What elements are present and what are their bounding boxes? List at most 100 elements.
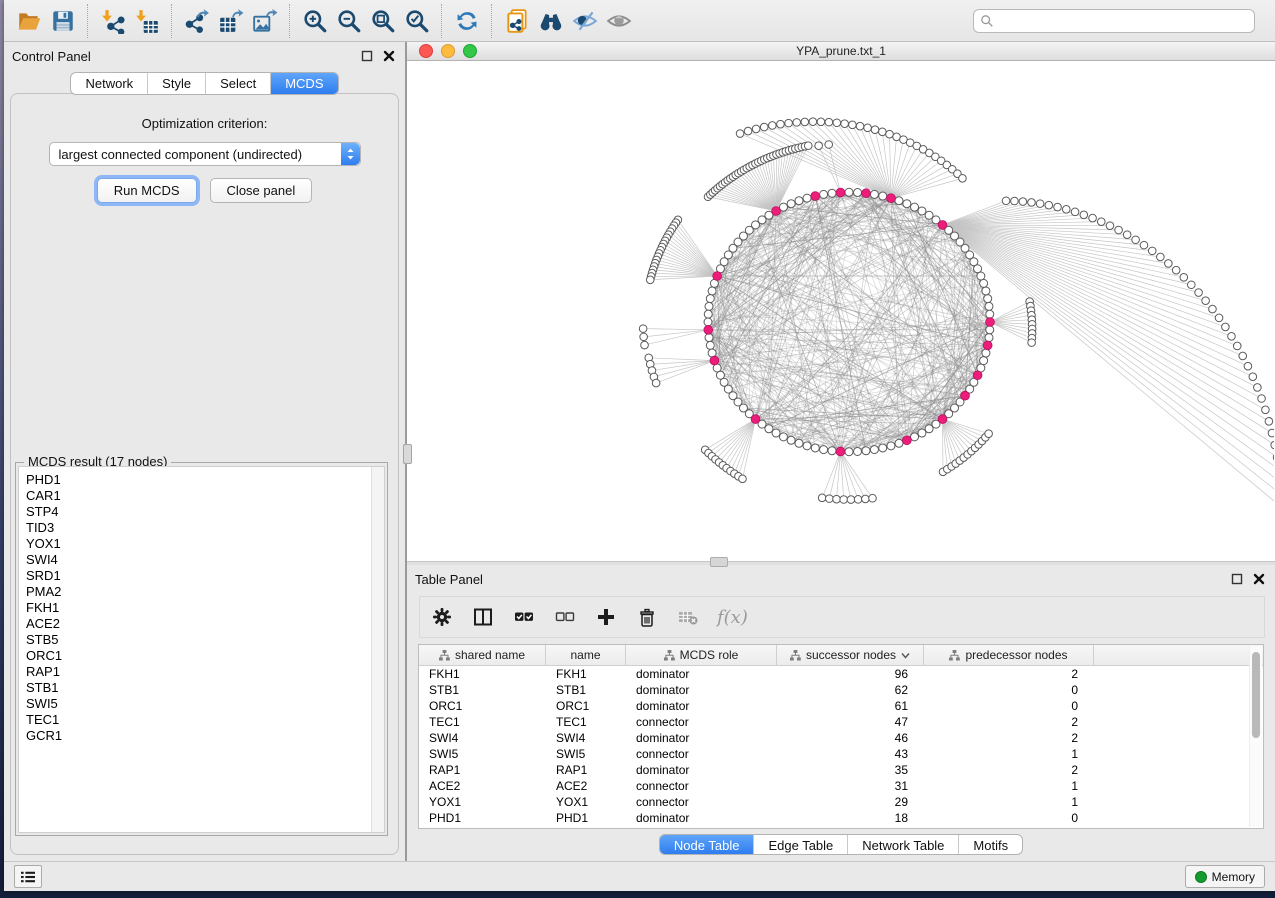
table-row[interactable]: SWI5SWI5connector431 <box>419 746 1263 762</box>
cell-mcds-role: dominator <box>626 683 777 697</box>
import-network-icon <box>100 8 126 34</box>
column-header-successor-nodes[interactable]: successor nodes <box>777 645 924 665</box>
memory-button[interactable]: Memory <box>1185 865 1265 888</box>
right-pane: YPA_prune.txt_1 Table Panel <box>407 42 1275 861</box>
zoom-out-button[interactable] <box>332 5 366 37</box>
cell-mcds-role: connector <box>626 779 777 793</box>
tab-motifs[interactable]: Motifs <box>958 835 1022 854</box>
mcds-result-item[interactable]: SWI5 <box>26 696 371 712</box>
cell-predecessor-nodes: 1 <box>924 747 1094 761</box>
mcds-result-item[interactable]: PHD1 <box>26 472 371 488</box>
mcds-result-item[interactable]: SWI4 <box>26 552 371 568</box>
zoom-selected-button[interactable] <box>400 5 434 37</box>
result-list-scrollbar[interactable] <box>371 467 384 832</box>
cell-successor-nodes: 61 <box>777 699 924 713</box>
cell-name: TEC1 <box>546 715 626 729</box>
new-network-from-selection-button[interactable] <box>500 5 534 37</box>
mcds-result-item[interactable]: PMA2 <box>26 584 371 600</box>
column-header-shared-name[interactable]: shared name <box>419 645 546 665</box>
table-row[interactable]: ORC1ORC1dominator610 <box>419 698 1263 714</box>
tab-edge-table[interactable]: Edge Table <box>753 835 847 854</box>
mcds-result-item[interactable]: RAP1 <box>26 664 371 680</box>
select-all-button[interactable] <box>512 605 536 629</box>
control-panel: Control Panel NetworkStyleSelectMCDS Opt… <box>4 42 407 861</box>
search-input[interactable] <box>998 13 1248 29</box>
show-all-button[interactable] <box>602 5 636 37</box>
table-row[interactable]: TEC1TEC1connector472 <box>419 714 1263 730</box>
import-network-button[interactable] <box>96 5 130 37</box>
mcds-result-item[interactable]: TEC1 <box>26 712 371 728</box>
tab-style[interactable]: Style <box>147 73 205 94</box>
task-history-button[interactable] <box>14 865 42 888</box>
mcds-result-groupbox: MCDS result (17 nodes) PHD1CAR1STP4TID3Y… <box>15 462 388 836</box>
vertical-splitter-grip[interactable] <box>403 444 412 464</box>
mcds-result-item[interactable]: ORC1 <box>26 648 371 664</box>
mcds-result-item[interactable]: GCR1 <box>26 728 371 744</box>
table-scrollbar[interactable] <box>1249 646 1262 827</box>
close-panel-icon[interactable] <box>381 48 397 64</box>
toolbar-separator <box>171 4 173 38</box>
cell-name: PHD1 <box>546 811 626 825</box>
run-mcds-button[interactable]: Run MCDS <box>97 178 197 203</box>
export-table-button[interactable] <box>214 5 248 37</box>
table-row[interactable]: ACE2ACE2connector311 <box>419 778 1263 794</box>
mcds-result-item[interactable]: SRD1 <box>26 568 371 584</box>
mcds-result-item[interactable]: STB5 <box>26 632 371 648</box>
tab-mcds[interactable]: MCDS <box>270 73 337 94</box>
network-canvas[interactable] <box>407 61 1275 561</box>
refresh-button[interactable] <box>450 5 484 37</box>
tab-select[interactable]: Select <box>205 73 270 94</box>
tab-node-table[interactable]: Node Table <box>660 835 754 854</box>
save-icon <box>50 8 76 34</box>
table-row[interactable]: SWI4SWI4dominator462 <box>419 730 1263 746</box>
export-image-button[interactable] <box>248 5 282 37</box>
refresh-icon <box>454 8 480 34</box>
close-table-panel-icon[interactable] <box>1251 571 1267 587</box>
deselect-all-button[interactable] <box>553 605 577 629</box>
mcds-result-item[interactable]: YOX1 <box>26 536 371 552</box>
open-session-button[interactable] <box>12 5 46 37</box>
gear-icon <box>432 607 452 627</box>
import-table-button[interactable] <box>130 5 164 37</box>
float-table-panel-icon[interactable] <box>1229 571 1245 587</box>
table-row[interactable]: STB1STB1dominator620 <box>419 682 1263 698</box>
cell-predecessor-nodes: 2 <box>924 763 1094 777</box>
table-row[interactable]: YOX1YOX1connector291 <box>419 794 1263 810</box>
column-header-MCDS-role[interactable]: MCDS role <box>626 645 777 665</box>
cell-shared-name: ORC1 <box>419 699 546 713</box>
table-scrollbar-thumb[interactable] <box>1252 652 1260 738</box>
mcds-result-item[interactable]: TID3 <box>26 520 371 536</box>
mcds-result-item[interactable]: STB1 <box>26 680 371 696</box>
export-network-button[interactable] <box>180 5 214 37</box>
table-row[interactable]: RAP1RAP1dominator352 <box>419 762 1263 778</box>
mcds-result-item[interactable]: STP4 <box>26 504 371 520</box>
zoom-fit-icon <box>370 8 396 34</box>
delete-column-button[interactable] <box>635 605 659 629</box>
save-session-button[interactable] <box>46 5 80 37</box>
float-panel-icon[interactable] <box>359 48 375 64</box>
tab-network[interactable]: Network <box>71 73 147 94</box>
horizontal-splitter-grip[interactable] <box>710 557 728 567</box>
table-row[interactable]: PHD1PHD1dominator180 <box>419 810 1263 826</box>
horizontal-splitter[interactable] <box>407 561 1275 565</box>
function-builder-button-disabled: f(x) <box>717 607 748 628</box>
show-column-panel-button[interactable] <box>471 605 495 629</box>
plus-icon <box>596 607 616 627</box>
table-options-button[interactable] <box>430 605 454 629</box>
zoom-fit-button[interactable] <box>366 5 400 37</box>
add-column-button[interactable] <box>594 605 618 629</box>
criterion-select[interactable]: largest connected component (undirected) <box>49 142 361 166</box>
zoom-in-button[interactable] <box>298 5 332 37</box>
zoom-selected-icon <box>404 8 430 34</box>
table-row[interactable]: FKH1FKH1dominator962 <box>419 666 1263 682</box>
mcds-result-item[interactable]: ACE2 <box>26 616 371 632</box>
first-neighbors-button[interactable] <box>534 5 568 37</box>
hide-selected-button[interactable] <box>568 5 602 37</box>
column-header-name[interactable]: name <box>546 645 626 665</box>
mcds-result-item[interactable]: FKH1 <box>26 600 371 616</box>
memory-status-icon <box>1195 871 1207 883</box>
mcds-result-item[interactable]: CAR1 <box>26 488 371 504</box>
close-panel-button[interactable]: Close panel <box>210 178 313 203</box>
tab-network-table[interactable]: Network Table <box>847 835 958 854</box>
column-header-predecessor-nodes[interactable]: predecessor nodes <box>924 645 1094 665</box>
